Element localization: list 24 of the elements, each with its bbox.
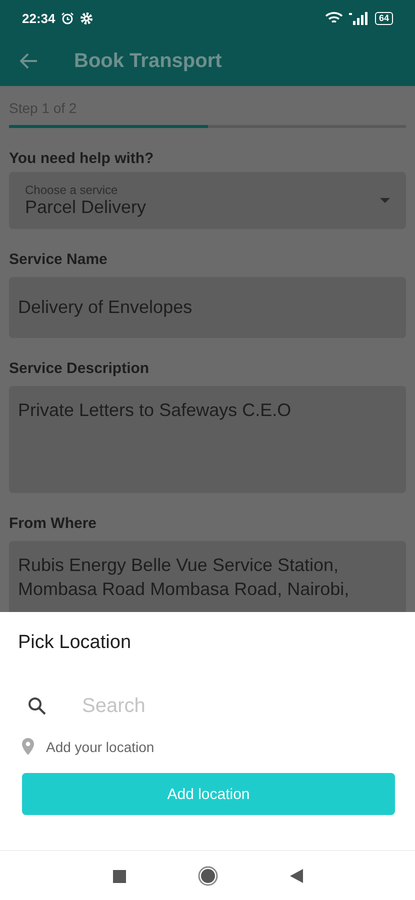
input-field[interactable]: Rubis Energy Belle Vue Service Station, Mombasa Road Mombasa Road, Nairobi, — [9, 541, 406, 612]
back-icon[interactable] — [290, 869, 302, 883]
field-label: From Where — [9, 515, 97, 532]
field-label: Service Description — [9, 360, 150, 377]
alarm-icon — [61, 12, 74, 24]
dropdown-arrow-icon — [380, 198, 390, 203]
search-icon — [28, 697, 46, 715]
settings-icon — [80, 12, 94, 24]
sheet-title: Pick Location — [18, 632, 132, 654]
wifi-icon — [324, 12, 343, 24]
recents-icon[interactable] — [112, 870, 126, 882]
input-field[interactable]: Delivery of Envelopes — [9, 277, 406, 338]
input-field[interactable]: Private Letters to Safeways C.E.O — [9, 386, 406, 493]
screen-title: Book Transport — [74, 50, 222, 72]
signal-icon — [348, 12, 369, 24]
field-label: You need help with? — [9, 150, 154, 167]
location-pin-icon — [22, 738, 34, 755]
add-location-button[interactable]: Add location — [22, 773, 395, 815]
home-icon[interactable] — [198, 866, 218, 886]
back-arrow-icon[interactable] — [20, 53, 38, 69]
battery-icon: 64 — [374, 12, 393, 24]
field-label: Service Name — [9, 251, 108, 268]
location-hint[interactable]: Add your location — [46, 738, 154, 754]
clock: 22:34 — [22, 10, 56, 26]
